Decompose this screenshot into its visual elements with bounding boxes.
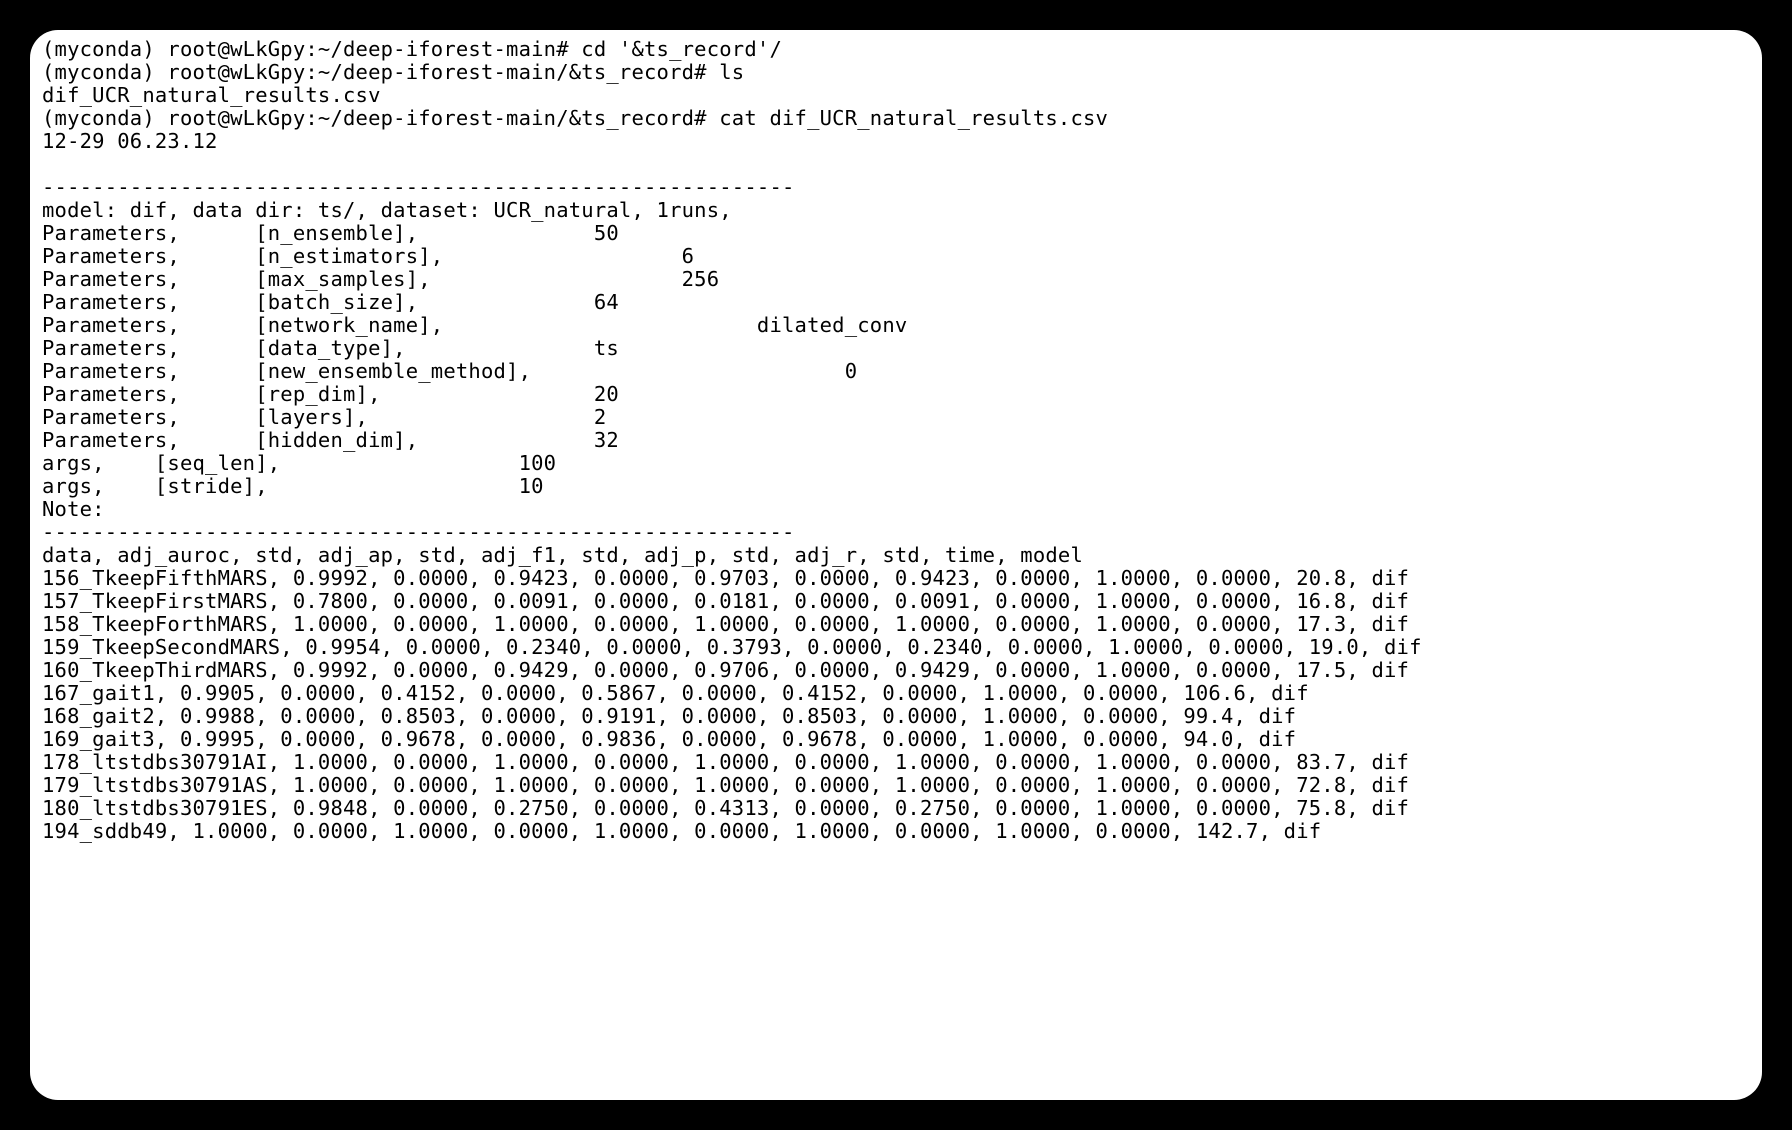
terminal-window[interactable]: (myconda) root@wLkGpy:~/deep-iforest-mai… [30,30,1762,1100]
terminal-output: (myconda) root@wLkGpy:~/deep-iforest-mai… [42,38,1750,843]
